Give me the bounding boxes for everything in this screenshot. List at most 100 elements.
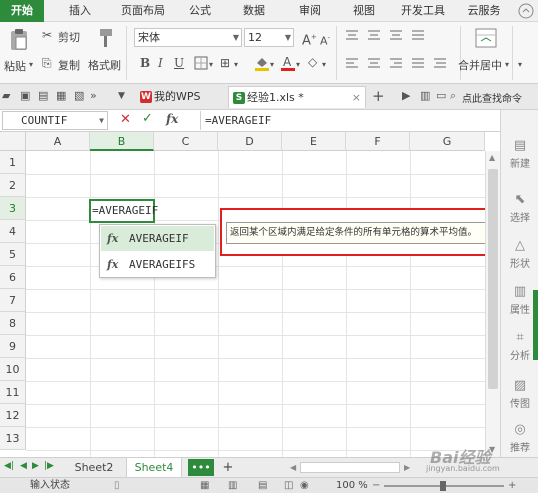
- autocomplete-item[interactable]: fx AVERAGEIF: [101, 226, 214, 251]
- panel-share-image[interactable]: ▨ 传图: [501, 378, 538, 410]
- zoom-in-icon[interactable]: +: [508, 478, 516, 493]
- panel-select[interactable]: ⬉ 选择: [501, 192, 538, 224]
- cancel-formula-icon[interactable]: ✕: [120, 112, 131, 127]
- column-header[interactable]: A: [26, 132, 90, 151]
- window-icon[interactable]: ▭: [436, 89, 446, 102]
- autocomplete-item[interactable]: fx AVERAGEIFS: [101, 252, 214, 277]
- eye-icon[interactable]: ◉: [300, 478, 309, 493]
- fill-color-icon[interactable]: [254, 55, 270, 71]
- row-header[interactable]: 11: [0, 381, 26, 404]
- merge-center-icon[interactable]: [474, 26, 498, 50]
- chevron-down-icon[interactable]: ▾: [322, 58, 326, 72]
- font-size-select[interactable]: 12 ▼: [244, 28, 294, 47]
- insert-function-button[interactable]: fx: [166, 112, 178, 126]
- menu-tab-insert[interactable]: 插入: [56, 0, 104, 22]
- chevron-down-icon[interactable]: ▼: [118, 91, 125, 101]
- column-header[interactable]: E: [282, 132, 346, 151]
- font-name-select[interactable]: 宋体 ▼: [134, 28, 242, 47]
- chevron-down-icon[interactable]: ▾: [518, 58, 522, 72]
- panel-shape[interactable]: △ 形状: [501, 238, 538, 270]
- zoom-out-icon[interactable]: −: [372, 478, 380, 493]
- scroll-left-icon[interactable]: ◀: [290, 463, 296, 472]
- bold-icon[interactable]: B: [140, 56, 150, 70]
- last-sheet-icon[interactable]: |▶: [44, 461, 54, 471]
- decrease-font-icon[interactable]: A-: [320, 31, 330, 49]
- row-header[interactable]: 1: [0, 151, 26, 174]
- active-cell-b3[interactable]: =AVERAGEIF: [89, 199, 158, 223]
- panel-new[interactable]: ▤ 新建: [501, 138, 538, 170]
- zoom-slider-thumb[interactable]: [440, 481, 446, 491]
- scroll-right-icon[interactable]: ▶: [404, 463, 410, 472]
- menu-tab-cloud[interactable]: 云服务: [460, 0, 508, 22]
- tab-my-wps[interactable]: W 我的WPS: [136, 86, 226, 108]
- print-icon[interactable]: ▦: [56, 89, 66, 102]
- merge-center-button[interactable]: 合并居中: [458, 57, 502, 73]
- new-tab-plus-icon[interactable]: +: [372, 87, 385, 105]
- open-folder-icon[interactable]: ▰: [2, 89, 10, 102]
- panel-toggle-handle[interactable]: [533, 290, 538, 360]
- menu-tab-home[interactable]: 开始: [0, 0, 44, 22]
- select-all-corner[interactable]: [0, 132, 26, 151]
- prev-sheet-icon[interactable]: ◀: [20, 461, 27, 471]
- close-icon[interactable]: ×: [352, 87, 361, 109]
- column-header[interactable]: D: [218, 132, 282, 151]
- row-header[interactable]: 9: [0, 335, 26, 358]
- increase-font-icon[interactable]: A+: [302, 30, 317, 48]
- confirm-formula-icon[interactable]: ✓: [142, 111, 153, 126]
- chevron-down-icon[interactable]: ▾: [505, 58, 509, 72]
- next-sheet-icon[interactable]: ▶: [32, 461, 39, 471]
- menu-tab-view[interactable]: 视图: [344, 0, 384, 22]
- row-header[interactable]: 13: [0, 427, 26, 450]
- menu-tab-formulas[interactable]: 公式: [180, 0, 220, 22]
- grid-icon[interactable]: ⊞: [220, 56, 230, 70]
- row-header[interactable]: 5: [0, 243, 26, 266]
- paste-dropdown-icon[interactable]: ▾: [29, 58, 33, 72]
- row-header[interactable]: 2: [0, 174, 26, 197]
- panel-recommend[interactable]: ◎ 推荐: [501, 422, 538, 454]
- menu-tab-review[interactable]: 审阅: [290, 0, 330, 22]
- copy-button[interactable]: 复制: [58, 57, 80, 73]
- ribbon-collapse-icon[interactable]: [518, 3, 534, 19]
- cut-button[interactable]: 剪切: [58, 29, 80, 45]
- more-sheets-button[interactable]: •••: [188, 459, 214, 476]
- chevron-right-icon[interactable]: »: [90, 89, 97, 102]
- add-sheet-icon[interactable]: +: [218, 459, 238, 476]
- formula-input[interactable]: =AVERAGEIF: [200, 111, 498, 130]
- column-header[interactable]: G: [410, 132, 485, 151]
- scroll-up-icon[interactable]: ▲: [489, 153, 495, 162]
- scrollbar-thumb[interactable]: [488, 169, 498, 389]
- vertical-scrollbar[interactable]: ▲ ▼: [485, 151, 500, 457]
- chevron-down-icon[interactable]: ▾: [296, 58, 300, 72]
- chevron-down-icon[interactable]: ▾: [234, 58, 238, 72]
- format-painter-button[interactable]: 格式刷: [88, 57, 121, 73]
- menu-tab-page-layout[interactable]: 页面布局: [112, 0, 174, 22]
- name-box[interactable]: COUNTIF ▼: [2, 111, 108, 130]
- row-header[interactable]: 6: [0, 266, 26, 289]
- print-preview-icon[interactable]: ▤: [38, 89, 48, 102]
- first-sheet-icon[interactable]: ◀|: [4, 461, 14, 471]
- column-header[interactable]: F: [346, 132, 410, 151]
- present-icon[interactable]: ▶: [402, 89, 410, 102]
- sheet-tab-active[interactable]: Sheet4: [126, 458, 182, 477]
- underline-icon[interactable]: U: [174, 56, 184, 70]
- column-header[interactable]: C: [154, 132, 218, 151]
- export-icon[interactable]: ▧: [74, 89, 84, 102]
- chevron-down-icon[interactable]: ▾: [270, 58, 274, 72]
- italic-icon[interactable]: I: [158, 56, 163, 70]
- reading-mode-icon[interactable]: ◫: [284, 478, 293, 493]
- paste-icon[interactable]: [8, 28, 30, 52]
- save-icon[interactable]: ▣: [20, 89, 30, 102]
- menu-tab-data[interactable]: 数据: [234, 0, 274, 22]
- page-layout-view-icon[interactable]: ▥: [228, 478, 237, 493]
- clear-format-icon[interactable]: ◇: [308, 55, 317, 69]
- tab-document[interactable]: S 经验1.xls * ×: [228, 86, 366, 108]
- paste-button[interactable]: 粘贴: [4, 58, 26, 74]
- normal-view-icon[interactable]: ▦: [200, 478, 209, 493]
- chevron-down-icon[interactable]: ▾: [209, 58, 213, 72]
- sheet-tab[interactable]: Sheet2: [66, 458, 122, 477]
- row-header[interactable]: 12: [0, 404, 26, 427]
- panel-icon[interactable]: ▥: [420, 89, 430, 102]
- horizontal-scrollbar[interactable]: [300, 462, 400, 473]
- format-painter-icon[interactable]: [94, 27, 114, 49]
- row-header[interactable]: 3: [0, 197, 26, 220]
